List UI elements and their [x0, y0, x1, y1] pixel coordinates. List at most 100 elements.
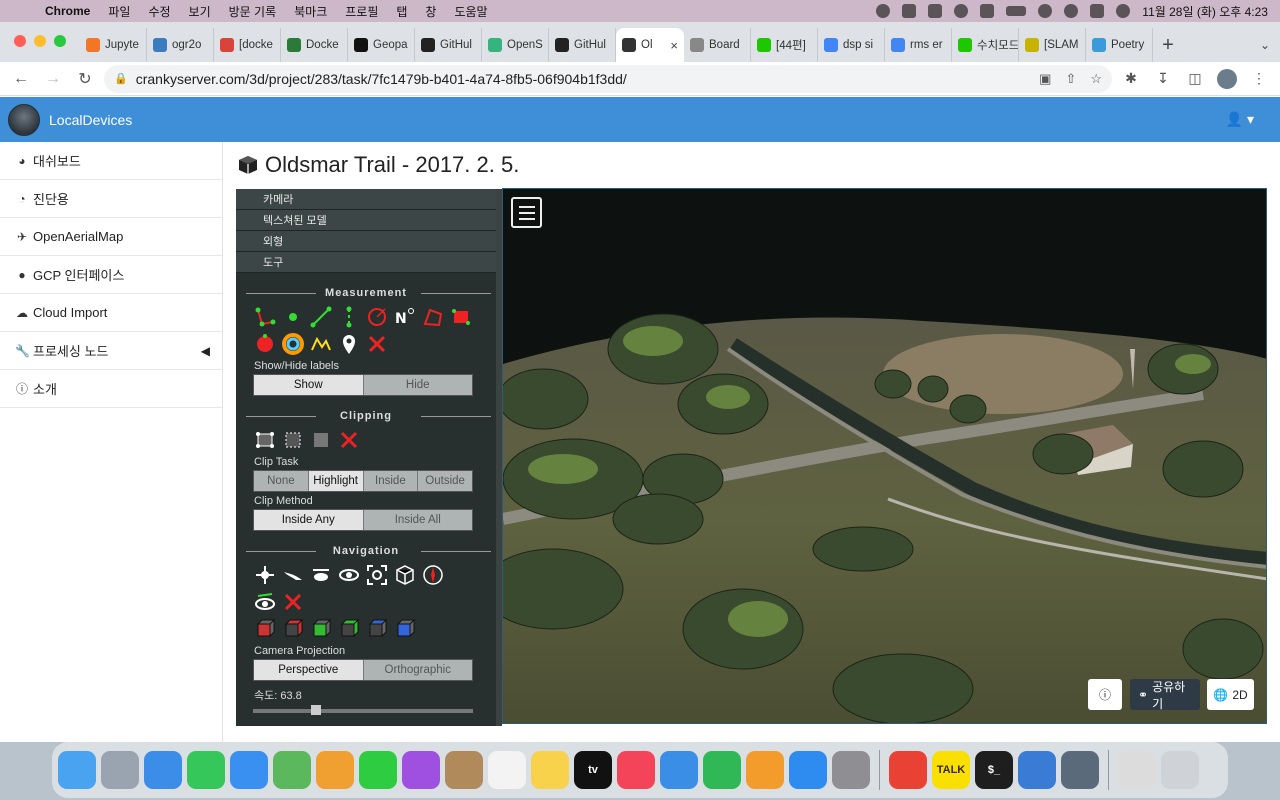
- facetime-icon[interactable]: [359, 751, 397, 789]
- tab[interactable]: 수치모드: [952, 28, 1019, 62]
- sidebar-item-diagnostics[interactable]: ◔ 진단용: [0, 180, 222, 218]
- clip-polygon-icon[interactable]: [254, 429, 276, 451]
- brand-name[interactable]: LocalDevices: [49, 112, 132, 128]
- messages-icon[interactable]: [187, 751, 225, 789]
- music-icon[interactable]: [617, 751, 655, 789]
- left-view-icon[interactable]: [254, 618, 276, 640]
- translate-icon[interactable]: ▣: [1039, 71, 1051, 87]
- url-text[interactable]: crankyserver.com/3d/project/283/task/7fc…: [136, 71, 627, 87]
- bottom-view-icon[interactable]: [394, 618, 416, 640]
- tray-red-icon[interactable]: [954, 4, 969, 18]
- extensions-icon[interactable]: ✱: [1118, 66, 1144, 92]
- accordion-camera[interactable]: 카메라: [236, 189, 496, 210]
- sidebar-item-openaerialmap[interactable]: ✈ OpenAerialMap: [0, 218, 222, 256]
- remove-navigation-icon[interactable]: [282, 591, 304, 613]
- sidebar-item-about[interactable]: ⓘ 소개: [0, 370, 222, 408]
- area-measure-icon[interactable]: [422, 306, 444, 328]
- tab[interactable]: [44편]: [751, 28, 818, 62]
- height-measure-icon[interactable]: [338, 306, 360, 328]
- annotation-icon[interactable]: [338, 333, 360, 355]
- spotlight-icon[interactable]: [1064, 4, 1079, 18]
- zoom-window-button[interactable]: [54, 35, 66, 47]
- mail-icon[interactable]: [230, 751, 268, 789]
- tab[interactable]: [SLAM: [1019, 28, 1086, 62]
- more-menu-icon[interactable]: ⋮: [1246, 66, 1272, 92]
- view-2d-button[interactable]: 🌐 2D: [1207, 679, 1254, 710]
- point-cloud-viewport[interactable]: ⓘ ⚭ 공유하기 🌐 2D: [502, 188, 1267, 724]
- info-button[interactable]: ⓘ: [1088, 679, 1122, 710]
- contacts-icon[interactable]: [445, 751, 483, 789]
- tab[interactable]: GitHul: [415, 28, 482, 62]
- record-icon[interactable]: [876, 4, 891, 18]
- tab[interactable]: OpenS: [482, 28, 549, 62]
- new-tab-button[interactable]: +: [1153, 28, 1183, 62]
- siri-icon[interactable]: [1116, 4, 1131, 18]
- safari-icon[interactable]: [144, 751, 182, 789]
- tab-search-chevron-icon[interactable]: ⌄: [1250, 28, 1280, 62]
- podcasts-icon[interactable]: [402, 751, 440, 789]
- tab[interactable]: Geopa: [348, 28, 415, 62]
- share-page-icon[interactable]: ⇧: [1065, 71, 1076, 87]
- rocket-icon[interactable]: [902, 4, 917, 18]
- tray-app-icon[interactable]: [928, 4, 943, 18]
- app-store-icon[interactable]: [789, 751, 827, 789]
- chrome-icon[interactable]: [889, 751, 927, 789]
- reminders-icon[interactable]: [488, 751, 526, 789]
- input-source-icon[interactable]: [980, 4, 995, 18]
- sidebar-item-processing-nodes[interactable]: 🔧 프로세싱 노드 ◀: [0, 332, 222, 370]
- point-measure-icon[interactable]: [282, 306, 304, 328]
- show-labels-button[interactable]: Show: [254, 375, 364, 395]
- minimize-window-button[interactable]: [34, 35, 46, 47]
- forward-button[interactable]: →: [40, 66, 66, 92]
- app-logo[interactable]: [8, 103, 40, 136]
- tab[interactable]: dsp si: [818, 28, 885, 62]
- clip-task-none[interactable]: None: [254, 471, 309, 491]
- clock[interactable]: 11월 28일 (화) 오후 4:23: [1142, 3, 1268, 20]
- menu-help[interactable]: 도움말: [445, 3, 496, 20]
- menu-tab[interactable]: 탭: [387, 3, 416, 20]
- clip-method-inside-all[interactable]: Inside All: [363, 510, 472, 530]
- earth-controls-icon[interactable]: [254, 564, 276, 586]
- side-panel-icon[interactable]: ◫: [1182, 66, 1208, 92]
- angle-measure-icon[interactable]: [254, 306, 276, 328]
- menu-history[interactable]: 방문 기록: [220, 3, 286, 20]
- tab[interactable]: Poetry: [1086, 28, 1153, 62]
- clip-task-highlight[interactable]: Highlight: [308, 471, 364, 491]
- share-button[interactable]: ⚭ 공유하기: [1130, 679, 1200, 711]
- clip-volume-icon[interactable]: [310, 429, 332, 451]
- keynote-icon[interactable]: [660, 751, 698, 789]
- tab-active[interactable]: Ol ×: [616, 28, 684, 62]
- numbers-icon[interactable]: [703, 751, 741, 789]
- tab[interactable]: [docke: [214, 28, 281, 62]
- chevron-left-icon[interactable]: ◀: [201, 344, 210, 358]
- compass-icon[interactable]: [422, 564, 444, 586]
- terminal-icon[interactable]: $_: [975, 751, 1013, 789]
- orthographic-button[interactable]: Orthographic: [363, 660, 472, 680]
- azimuth-measure-icon[interactable]: N: [394, 306, 416, 328]
- height-profile-icon[interactable]: [282, 332, 304, 355]
- finder-icon[interactable]: [58, 751, 96, 789]
- volume-measure-icon[interactable]: [450, 306, 472, 328]
- sidebar-item-dashboard[interactable]: ◕ 대쉬보드: [0, 142, 222, 180]
- circle-measure-icon[interactable]: [366, 306, 388, 328]
- menu-app-name[interactable]: Chrome: [36, 4, 99, 18]
- fly-controls-icon[interactable]: [282, 564, 304, 586]
- perspective-button[interactable]: Perspective: [254, 660, 364, 680]
- tab[interactable]: ogr2o: [147, 28, 214, 62]
- profile-avatar[interactable]: [1214, 66, 1240, 92]
- menu-window[interactable]: 창: [416, 3, 445, 20]
- navigation-cube-icon[interactable]: [394, 564, 416, 586]
- focus-icon[interactable]: [366, 564, 388, 586]
- menu-file[interactable]: 파일: [99, 3, 139, 20]
- lock-icon[interactable]: 🔒: [114, 72, 128, 85]
- tv-icon[interactable]: tv: [574, 751, 612, 789]
- profile-icon[interactable]: [310, 333, 332, 355]
- accordion-textured-model[interactable]: 텍스쳐된 모델: [236, 210, 496, 231]
- download-icon[interactable]: ↧: [1150, 66, 1176, 92]
- menu-view[interactable]: 보기: [180, 3, 220, 20]
- sidebar-item-gcp-interface[interactable]: ● GCP 인터페이스: [0, 256, 222, 294]
- clip-task-inside[interactable]: Inside: [363, 471, 419, 491]
- tab[interactable]: Docke: [281, 28, 348, 62]
- kakaotalk-icon[interactable]: TALK: [932, 751, 970, 789]
- address-bar[interactable]: 🔒 crankyserver.com/3d/project/283/task/7…: [104, 64, 1112, 93]
